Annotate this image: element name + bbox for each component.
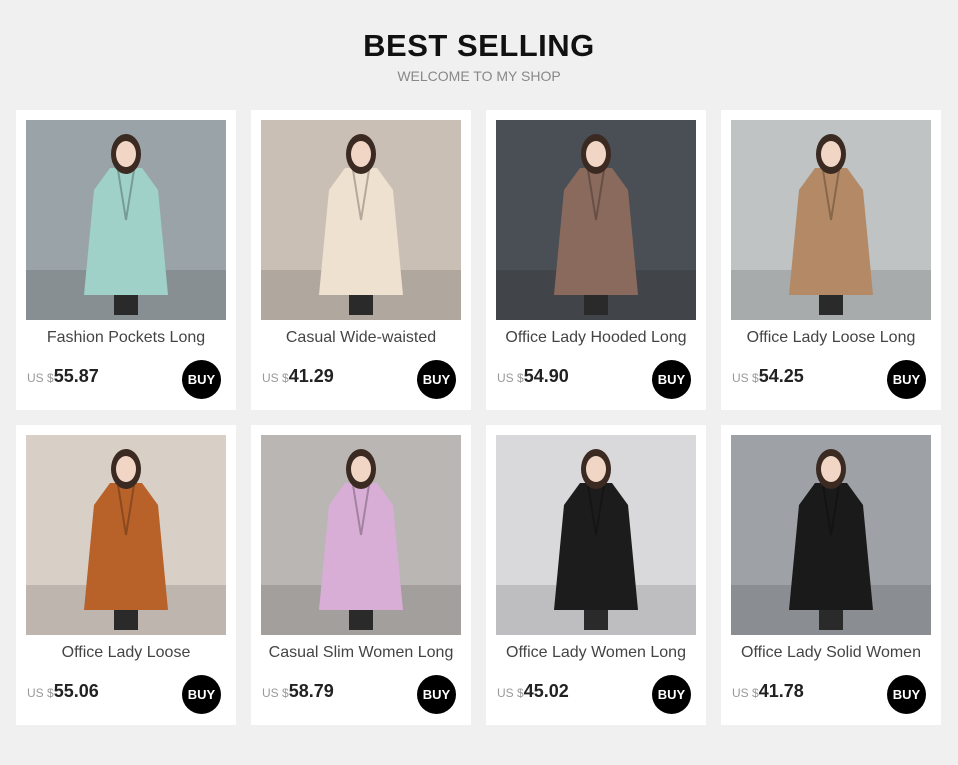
buy-button[interactable]: BUY	[652, 360, 691, 399]
price-currency: US $	[27, 686, 54, 700]
product-image[interactable]	[261, 435, 461, 635]
price: US $45.02	[497, 681, 569, 705]
buy-button[interactable]: BUY	[417, 675, 456, 714]
price: US $55.06	[27, 681, 99, 705]
price: US $58.79	[262, 681, 334, 705]
price: US $54.25	[732, 366, 804, 390]
product-name[interactable]: Office Lady Loose	[20, 644, 232, 662]
buy-button[interactable]: BUY	[887, 360, 926, 399]
price: US $41.29	[262, 366, 334, 390]
buy-button[interactable]: BUY	[182, 675, 221, 714]
buy-button[interactable]: BUY	[417, 360, 456, 399]
product-card[interactable]: Office Lady Loose Long US $54.25 BUY	[721, 110, 941, 410]
buy-button[interactable]: BUY	[652, 675, 691, 714]
price: US $41.78	[732, 681, 804, 705]
price-currency: US $	[497, 686, 524, 700]
price-amount: 54.90	[523, 366, 569, 386]
product-name[interactable]: Office Lady Hooded Long	[490, 329, 702, 347]
product-name[interactable]: Casual Wide-waisted	[255, 329, 467, 347]
product-image[interactable]	[496, 120, 696, 320]
buy-button[interactable]: BUY	[182, 360, 221, 399]
product-name[interactable]: Office Lady Solid Women	[725, 644, 937, 662]
price: US $54.90	[497, 366, 569, 390]
product-name[interactable]: Office Lady Women Long	[490, 644, 702, 662]
product-card[interactable]: Office Lady Hooded Long US $54.90 BUY	[486, 110, 706, 410]
price-currency: US $	[262, 686, 289, 700]
product-card[interactable]: Office Lady Solid Women US $41.78 BUY	[721, 425, 941, 725]
product-image[interactable]	[26, 435, 226, 635]
price-amount: 54.25	[758, 366, 804, 386]
price-currency: US $	[732, 686, 759, 700]
product-card[interactable]: Fashion Pockets Long US $55.87 BUY	[16, 110, 236, 410]
product-name[interactable]: Office Lady Loose Long	[725, 329, 937, 347]
price-currency: US $	[732, 371, 759, 385]
price-amount: 41.78	[758, 681, 804, 701]
price-amount: 55.87	[53, 366, 99, 386]
product-name[interactable]: Casual Slim Women Long	[255, 644, 467, 662]
product-card[interactable]: Casual Wide-waisted US $41.29 BUY	[251, 110, 471, 410]
price-amount: 55.06	[53, 681, 99, 701]
product-image[interactable]	[496, 435, 696, 635]
product-card[interactable]: Office Lady Loose US $55.06 BUY	[16, 425, 236, 725]
product-card[interactable]: Casual Slim Women Long US $58.79 BUY	[251, 425, 471, 725]
product-image[interactable]	[26, 120, 226, 320]
product-name[interactable]: Fashion Pockets Long	[20, 329, 232, 347]
price: US $55.87	[27, 366, 99, 390]
price-amount: 58.79	[288, 681, 334, 701]
product-image[interactable]	[731, 120, 931, 320]
price-currency: US $	[262, 371, 289, 385]
product-card[interactable]: Office Lady Women Long US $45.02 BUY	[486, 425, 706, 725]
product-image[interactable]	[261, 120, 461, 320]
price-amount: 45.02	[523, 681, 569, 701]
price-currency: US $	[27, 371, 54, 385]
product-grid: Fashion Pockets Long US $55.87 BUY Casual W…	[0, 0, 958, 765]
product-image[interactable]	[731, 435, 931, 635]
price-currency: US $	[497, 371, 524, 385]
buy-button[interactable]: BUY	[887, 675, 926, 714]
price-amount: 41.29	[288, 366, 334, 386]
